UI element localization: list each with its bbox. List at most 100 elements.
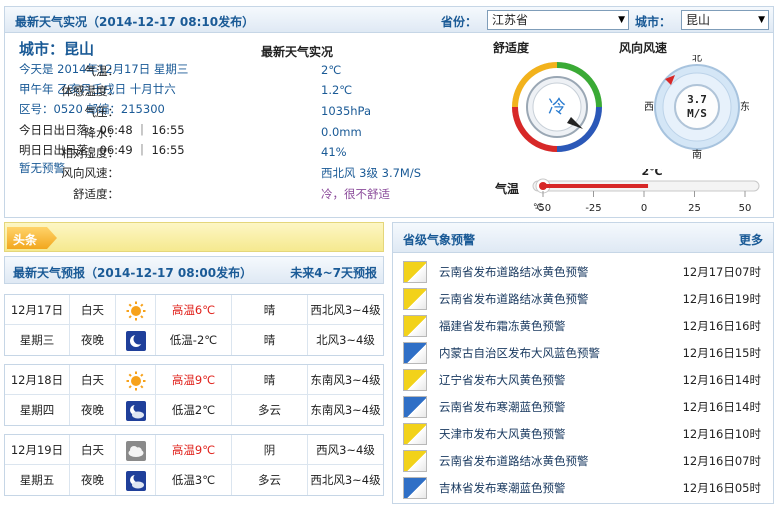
moon-cloud-icon bbox=[125, 470, 147, 491]
forecast-weekday: 星期三 bbox=[19, 333, 55, 347]
alert-status: 暂无预警 bbox=[19, 161, 65, 175]
forecast-night-wind: 西北风3~4级 bbox=[307, 465, 383, 495]
compass-west: 西 bbox=[645, 102, 654, 113]
obs-key: 相对湿度： bbox=[61, 146, 120, 160]
forecast-date: 12月18日 bbox=[10, 373, 64, 387]
forecast-night-icon-cell bbox=[115, 465, 155, 495]
sun-icon bbox=[125, 371, 147, 391]
warning-item[interactable]: 云南省发布道路结冰黄色预警 12月17日07时 bbox=[403, 259, 765, 285]
current-weather-panel: 最新天气实况（2014-12-17 08:10发布） 省份： 江苏省 ▼ 城市：… bbox=[4, 6, 774, 218]
forecast-day-row: 12月19日 白天 高温9℃ 阴西风3~4级 bbox=[5, 435, 383, 465]
warning-icon bbox=[403, 288, 427, 310]
forecast-weekday: 星期五 bbox=[19, 473, 55, 487]
warning-icon bbox=[403, 423, 427, 445]
forecast-low-temp: 低温-2℃ bbox=[155, 325, 231, 355]
compass-east: 东 bbox=[740, 100, 749, 113]
warning-time: 12月16日19时 bbox=[682, 292, 761, 306]
forecast-night-row: 星期三 夜晚 低温-2℃ 晴北风3~4级 bbox=[5, 325, 383, 355]
warning-title[interactable]: 云南省发布道路结冰黄色预警 bbox=[439, 291, 589, 307]
obs-value: 西北风 3级 3.7M/S bbox=[321, 166, 422, 180]
city-label: 城市： bbox=[635, 15, 672, 29]
warning-title[interactable]: 云南省发布寒潮蓝色预警 bbox=[439, 399, 566, 415]
warning-item[interactable]: 天津市发布大风黄色预警 12月16日10时 bbox=[403, 421, 765, 447]
warning-title[interactable]: 天津市发布大风黄色预警 bbox=[439, 426, 566, 442]
warning-time: 12月17日07时 bbox=[682, 265, 761, 279]
warning-time: 12月16日05时 bbox=[682, 481, 761, 495]
forecast-high-temp: 高温9℃ bbox=[155, 435, 231, 465]
warning-title[interactable]: 福建省发布霜冻黄色预警 bbox=[439, 318, 566, 334]
forecast-day: 12月18日 白天 高温9℃ 晴东南风3~4级 星期四 夜晚 低温2℃ 多云 东南风3~4级 bbox=[4, 364, 384, 426]
warning-item[interactable]: 内蒙古自治区发布大风蓝色预警 12月16日15时 bbox=[403, 340, 765, 366]
wind-unit: M/S bbox=[687, 107, 707, 120]
temp-scale-tick-label: -50 bbox=[535, 203, 551, 214]
forecast-day-icon-cell bbox=[115, 365, 155, 395]
headline-tag[interactable]: 头条 bbox=[7, 227, 57, 249]
moon-icon bbox=[125, 330, 147, 351]
forecast-day-weather: 阴 bbox=[231, 435, 307, 465]
forecast-night-row: 星期四 夜晚 低温2℃ 多云 东南风3~4级 bbox=[5, 395, 383, 425]
obs-value: 冷，很不舒适 bbox=[321, 187, 390, 201]
forecast-day-weather: 晴 bbox=[231, 295, 307, 325]
warning-title[interactable]: 辽宁省发布大风黄色预警 bbox=[439, 372, 566, 388]
wind-label: 风向风速 bbox=[619, 41, 668, 55]
warning-time: 12月16日16时 bbox=[682, 319, 761, 333]
observation-title: 最新天气实况 bbox=[261, 45, 334, 59]
warning-time: 12月16日10时 bbox=[682, 427, 761, 441]
sun-icon bbox=[125, 301, 147, 321]
warning-title[interactable]: 吉林省发布寒潮蓝色预警 bbox=[439, 480, 566, 496]
city-select[interactable]: 昆山 ▼ bbox=[681, 10, 769, 30]
forecast-night-weather: 多云 bbox=[231, 465, 307, 495]
warning-item[interactable]: 吉林省发布寒潮蓝色预警 12月16日05时 bbox=[403, 475, 765, 501]
forecast-high-temp: 高温9℃ bbox=[155, 365, 231, 395]
wind-speed: 3.7 bbox=[687, 93, 707, 106]
observation-block: 最新天气实况 气温： 2℃ 体感温度： 1.2℃ 气压： 1035hPa 降水：… bbox=[62, 43, 461, 201]
warning-item[interactable]: 云南省发布道路结冰黄色预警 12月16日07时 bbox=[403, 448, 765, 474]
temp-scale-tick-label: 0 bbox=[641, 203, 647, 214]
temp-scale-fill bbox=[543, 184, 649, 188]
obs-key: 体感温度： bbox=[61, 84, 120, 98]
warnings-panel: 省级气象预警 更多 云南省发布道路结冰黄色预警 12月17日07时 云南省发布道路结… bbox=[392, 222, 774, 504]
province-label: 省份： bbox=[441, 15, 478, 29]
forecast-date: 12月17日 bbox=[10, 303, 64, 317]
temp-scale-tick-label: 25 bbox=[688, 203, 701, 214]
forecast-low-temp: 低温3℃ bbox=[155, 465, 231, 495]
obs-key: 气压： bbox=[84, 105, 120, 119]
warning-time: 12月16日14时 bbox=[682, 400, 761, 414]
forecast-night-label: 夜晚 bbox=[69, 325, 115, 355]
temp-scale-tick-label: -25 bbox=[585, 203, 601, 214]
warning-title[interactable]: 内蒙古自治区发布大风蓝色预警 bbox=[439, 345, 600, 361]
forecast-day-weather: 晴 bbox=[231, 365, 307, 395]
warning-item[interactable]: 辽宁省发布大风黄色预警 12月16日14时 bbox=[403, 367, 765, 393]
forecast-weekday: 星期四 bbox=[19, 403, 55, 417]
forecast-more-link[interactable]: 未来4~7天预报 bbox=[290, 264, 377, 281]
warning-item[interactable]: 福建省发布霜冻黄色预警 12月16日16时 bbox=[403, 313, 765, 339]
forecast-title: 最新天气预报（2014-12-17 08:00发布） bbox=[13, 266, 253, 280]
forecast-night-weather: 多云 bbox=[231, 395, 307, 425]
forecast-night-weather: 晴 bbox=[231, 325, 307, 355]
forecast-day: 12月17日 白天 高温6℃ 晴西北风3~4级 星期三 夜晚 低温-2℃ 晴北风3~4级 bbox=[4, 294, 384, 356]
forecast-night-icon-cell bbox=[115, 395, 155, 425]
warning-icon bbox=[403, 477, 427, 499]
warnings-more-link[interactable]: 更多 bbox=[739, 231, 763, 248]
warning-title[interactable]: 云南省发布道路结冰黄色预警 bbox=[439, 264, 589, 280]
warning-time: 12月16日14时 bbox=[682, 373, 761, 387]
warning-icon bbox=[403, 342, 427, 364]
forecast-day-icon-cell bbox=[115, 435, 155, 465]
forecast-night-label: 夜晚 bbox=[69, 395, 115, 425]
forecast-high-temp: 高温6℃ bbox=[155, 295, 231, 325]
warning-title[interactable]: 云南省发布道路结冰黄色预警 bbox=[439, 453, 589, 469]
dropdown-arrow-icon: ▼ bbox=[758, 15, 765, 25]
comfort-value: 冷 bbox=[548, 97, 566, 118]
warning-icon bbox=[403, 369, 427, 391]
forecast-day-row: 12月18日 白天 高温9℃ 晴东南风3~4级 bbox=[5, 365, 383, 395]
forecast-date: 12月19日 bbox=[10, 443, 64, 457]
comfort-label: 舒适度 bbox=[493, 41, 530, 55]
warning-item[interactable]: 云南省发布寒潮蓝色预警 12月16日14时 bbox=[403, 394, 765, 420]
province-select[interactable]: 江苏省 ▼ bbox=[487, 10, 629, 30]
warning-item[interactable]: 云南省发布道路结冰黄色预警 12月16日19时 bbox=[403, 286, 765, 312]
temp-scale-current: 2℃ bbox=[642, 169, 663, 178]
forecast-day: 12月19日 白天 高温9℃ 阴西风3~4级 星期五 夜晚 低温3℃ 多云 西北风3~4级 bbox=[4, 434, 384, 496]
warnings-header: 省级气象预警 更多 bbox=[393, 223, 773, 253]
city-name: 城市：昆山 bbox=[19, 40, 95, 58]
obs-value: 0.0mm bbox=[321, 125, 362, 139]
